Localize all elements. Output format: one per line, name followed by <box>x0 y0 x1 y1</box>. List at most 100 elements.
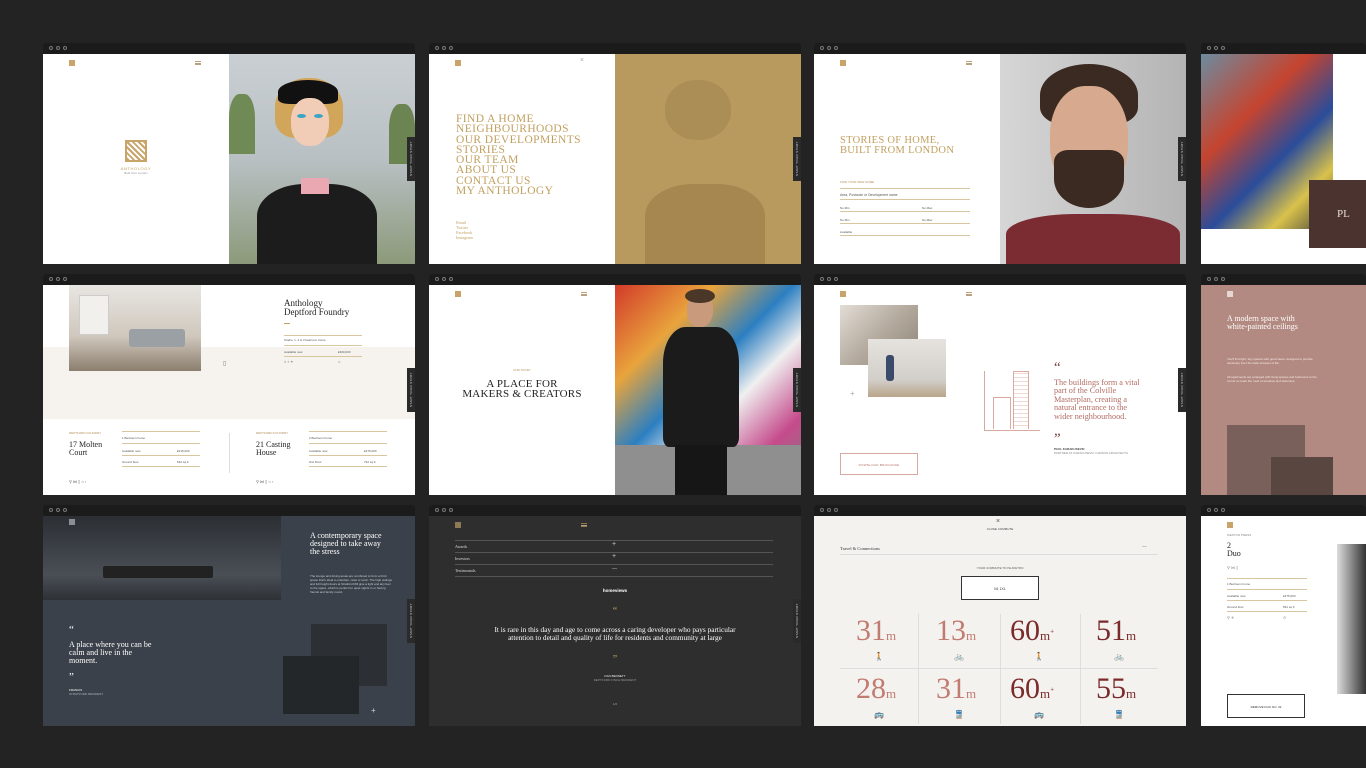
close-commute-link[interactable]: CLOSE COMMUTE <box>814 527 1186 531</box>
travel-section-title: Travel & Connections <box>840 546 880 551</box>
menu-icon[interactable] <box>581 523 587 527</box>
collapse-icon[interactable]: — <box>1142 544 1147 550</box>
availability-select[interactable]: Available <box>840 230 852 234</box>
accordion-investors[interactable]: Investors <box>455 556 470 561</box>
accordion-investors-toggle[interactable]: + <box>612 553 616 560</box>
accordion-awards[interactable]: Awards <box>455 544 467 549</box>
brand-logo-icon[interactable] <box>840 60 846 66</box>
dining-room-photo <box>43 516 281 600</box>
card-1-title[interactable]: 17 Molten Court <box>69 441 102 457</box>
accordion-testimonials[interactable]: Testimonials <box>455 568 475 573</box>
start-your-story-tab[interactable]: START YOUR STORY <box>793 599 801 643</box>
menu-item-my-anthology[interactable]: MY ANTHOLOGY <box>456 185 581 197</box>
window-anthology-home: ANTHOLOGY Built from London START YOUR S… <box>43 43 415 264</box>
graffiti-man-photo <box>615 285 801 495</box>
social-links: Email Twitter Facebook Instagram <box>456 220 473 240</box>
close-icon[interactable]: × <box>580 57 584 64</box>
window-partial-modern-space: A modern space with white-painted ceilin… <box>1201 274 1366 495</box>
card-2-tag: DEPTFORD FOUNDRY <box>256 431 289 435</box>
menu-icon[interactable] <box>966 61 972 65</box>
brand-logo-icon[interactable] <box>1227 291 1233 297</box>
window-makers-creators: OUR STORY A PLACE FOR MAKERS & CREATORS … <box>429 274 801 495</box>
walk-icon: 🚶 <box>1034 652 1044 661</box>
section-headline: A PLACE FOR MAKERS & CREATORS <box>429 379 615 400</box>
card-2-title-line-2: House <box>256 448 277 457</box>
phone-icon[interactable]: ▯ <box>223 361 226 367</box>
quote-text: The buildings form a vital part of the C… <box>1054 378 1140 421</box>
brand-logo-icon[interactable] <box>69 60 75 66</box>
interior-detail-photo <box>1271 457 1333 495</box>
remove-unit-button[interactable]: REMOVE DUO NO. 02 <box>1227 694 1305 718</box>
window-testimonials: Awards + Investors + Testimonials — home… <box>429 505 801 726</box>
tinted-portrait-photo <box>615 54 801 264</box>
unit-price: £375,000 <box>1283 594 1296 598</box>
commute-stats-grid: 31m 🚶 13m 🚲 60m+ 🚶 51m 🚲 28m 🚌 31m 🚆 60m… <box>840 612 1158 726</box>
start-your-story-tab[interactable]: START YOUR STORY <box>1178 137 1186 181</box>
menu-icon[interactable] <box>195 61 201 65</box>
card-1-size: 542 sq ft <box>177 460 189 464</box>
brand-logo-icon[interactable] <box>1227 522 1233 528</box>
social-instagram[interactable]: Instagram <box>456 235 473 240</box>
development-tag: WESTON PRESS <box>1227 533 1252 537</box>
area-search-input[interactable]: Area, Postcode or Development name <box>840 193 897 197</box>
contemporary-headline: A contemporary space designed to take aw… <box>310 531 382 556</box>
window-partial-art: PL <box>1201 43 1366 264</box>
start-your-story-tab[interactable]: START YOUR STORY <box>407 137 415 181</box>
brand-logo-icon[interactable] <box>69 519 75 525</box>
card-2-actions[interactable]: ⚲ ⋈ ▯ ⌂ › <box>256 480 273 484</box>
card-2-title[interactable]: 21 Casting House <box>256 441 290 457</box>
unit-type: Studio, 1, 2 & 3 bedroom home <box>284 338 326 342</box>
unit-amenity-icons: ⚲ ✈ <box>1227 615 1235 620</box>
start-your-story-tab[interactable]: START YOUR STORY <box>793 368 801 412</box>
development-title-line-2: Deptford Foundry <box>284 306 350 317</box>
accordion-awards-toggle[interactable]: + <box>612 541 616 548</box>
download-brochure-button[interactable]: DOWNLOAD BROCHURE <box>840 453 918 475</box>
min-price-select[interactable]: No Min <box>840 206 850 210</box>
unit-actions[interactable]: ⚲ ⋈ ▯ <box>1227 566 1238 570</box>
section-tag: OUR STORY <box>513 368 531 372</box>
window-partial-duo: WESTON PRESS 2 Duo ⚲ ⋈ ▯ 1 Bedroom home … <box>1201 505 1366 726</box>
quote-open-icon: “ <box>1054 360 1061 376</box>
card-2-price: £475,000 <box>364 449 377 453</box>
testimonial-pager[interactable]: 1/2 <box>429 702 801 706</box>
brand-logo-icon[interactable] <box>455 291 461 297</box>
bathroom-photo <box>1337 544 1366 694</box>
menu-icon[interactable] <box>966 292 972 296</box>
add-icon[interactable]: + <box>850 389 855 398</box>
portrait-photo <box>229 54 415 264</box>
card-1-actions[interactable]: ⚲ ⋈ ▯ ⌂ › <box>69 480 86 484</box>
start-your-story-tab[interactable]: START YOUR STORY <box>407 599 415 643</box>
card-1-availability: Available now <box>122 449 141 453</box>
unit-floor: Ground floor <box>1227 605 1244 609</box>
postcode-input[interactable]: N1 1XL <box>961 576 1039 600</box>
start-your-story-tab[interactable]: START YOUR STORY <box>407 368 415 412</box>
development-title: Anthology Deptford Foundry <box>284 299 349 316</box>
walk-icon: 🚶 <box>874 652 884 661</box>
card-2-size: 732 sq ft <box>364 460 376 464</box>
close-icon[interactable]: × <box>996 518 1000 525</box>
bedroom-photo <box>283 656 359 714</box>
min-beds-select[interactable]: No Min <box>840 218 850 222</box>
stat-bike-2: 51m <box>1096 614 1137 647</box>
quote-open-icon: “ <box>69 624 74 636</box>
main-menu: FIND A HOME NEIGHBOURHOODS OUR DEVELOPME… <box>456 113 581 197</box>
accordion-testimonials-toggle[interactable]: — <box>612 566 617 572</box>
brand-logo-icon[interactable] <box>455 522 461 528</box>
window-menu: × FIND A HOME NEIGHBOURHOODS OUR DEVELOP… <box>429 43 801 264</box>
card-1-beds: 1 Bedroom home <box>122 436 146 440</box>
man-portrait-photo <box>1000 54 1186 264</box>
train-icon: 🚆 <box>954 710 964 719</box>
card-2-beds: 2 Bedroom home <box>309 436 333 440</box>
start-your-story-tab[interactable]: START YOUR STORY <box>1178 368 1186 412</box>
brand-logo-icon[interactable] <box>840 291 846 297</box>
menu-icon[interactable] <box>581 292 587 296</box>
max-beds-select[interactable]: No Max <box>922 218 932 222</box>
info-icon[interactable]: ⊙ <box>1283 616 1286 620</box>
info-icon[interactable]: ⊙ <box>338 360 341 364</box>
window-commute: × CLOSE COMMUTE Travel & Connections — Y… <box>814 505 1186 726</box>
max-price-select[interactable]: No Max <box>922 206 932 210</box>
add-icon[interactable]: + <box>371 706 376 715</box>
stat-bus-2: 60m+ <box>1010 672 1055 705</box>
brand-logo-icon[interactable] <box>455 60 461 66</box>
start-your-story-tab[interactable]: START YOUR STORY <box>793 137 801 181</box>
